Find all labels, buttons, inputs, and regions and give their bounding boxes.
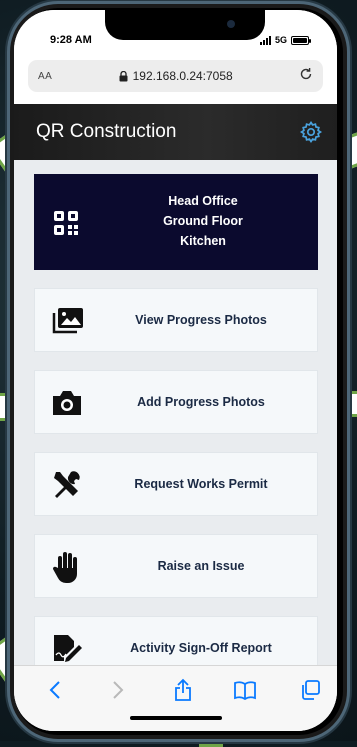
tools-icon (49, 467, 85, 503)
menu-label: Add Progress Photos (137, 395, 265, 409)
battery-icon (291, 35, 311, 45)
address-bar[interactable]: AA 192.168.0.24:7058 (28, 60, 323, 92)
book-icon[interactable] (230, 676, 260, 704)
status-indicators: 5G (259, 35, 311, 45)
tabs-icon[interactable] (295, 676, 325, 704)
menu-label: Request Works Permit (134, 477, 268, 491)
url-display[interactable]: 192.168.0.24:7058 (119, 69, 233, 83)
add-progress-photos-button[interactable]: Add Progress Photos (34, 370, 318, 434)
app-title: QR Construction (36, 121, 177, 142)
request-works-permit-button[interactable]: Request Works Permit (34, 452, 318, 516)
text-size-button[interactable]: AA (38, 71, 52, 82)
browser-toolbar (14, 665, 337, 731)
sign-off-icon (49, 631, 85, 665)
menu-label: Raise an Issue (157, 559, 245, 573)
qr-code-icon (52, 209, 80, 237)
phone-screen: 9:28 AM 5G AA 192.168.0.24:7058 QR Const… (14, 10, 337, 731)
signal-icon (259, 35, 271, 45)
location-building: Head Office (168, 194, 238, 208)
callout-middle-right (346, 391, 357, 417)
hand-stop-icon (49, 549, 85, 585)
lock-icon (119, 70, 128, 82)
chevron-left-icon[interactable] (40, 676, 70, 704)
location-room: Kitchen (180, 234, 226, 248)
menu-label: Activity Sign-Off Report (130, 641, 272, 655)
location-text: Head Office Ground Floor Kitchen (88, 191, 318, 251)
gear-icon[interactable] (299, 120, 323, 144)
main-content: Head Office Ground Floor Kitchen View Pr… (14, 160, 337, 665)
chevron-right-icon[interactable] (103, 676, 133, 704)
front-camera (227, 20, 235, 28)
reload-icon[interactable] (299, 67, 313, 86)
activity-sign-off-report-button[interactable]: Activity Sign-Off Report (34, 616, 318, 665)
network-label: 5G (274, 35, 287, 45)
home-indicator (130, 716, 222, 720)
menu-label: View Progress Photos (135, 313, 267, 327)
share-icon[interactable] (168, 676, 198, 704)
raise-issue-button[interactable]: Raise an Issue (34, 534, 318, 598)
status-time: 9:28 AM (50, 34, 92, 46)
view-progress-photos-button[interactable]: View Progress Photos (34, 288, 318, 352)
app-header: QR Construction (14, 104, 337, 160)
location-floor: Ground Floor (163, 214, 243, 228)
photo-gallery-icon (49, 303, 85, 339)
camera-icon (49, 385, 85, 421)
url-text: 192.168.0.24:7058 (132, 69, 233, 83)
notch (105, 10, 265, 40)
location-card: Head Office Ground Floor Kitchen (34, 174, 318, 270)
